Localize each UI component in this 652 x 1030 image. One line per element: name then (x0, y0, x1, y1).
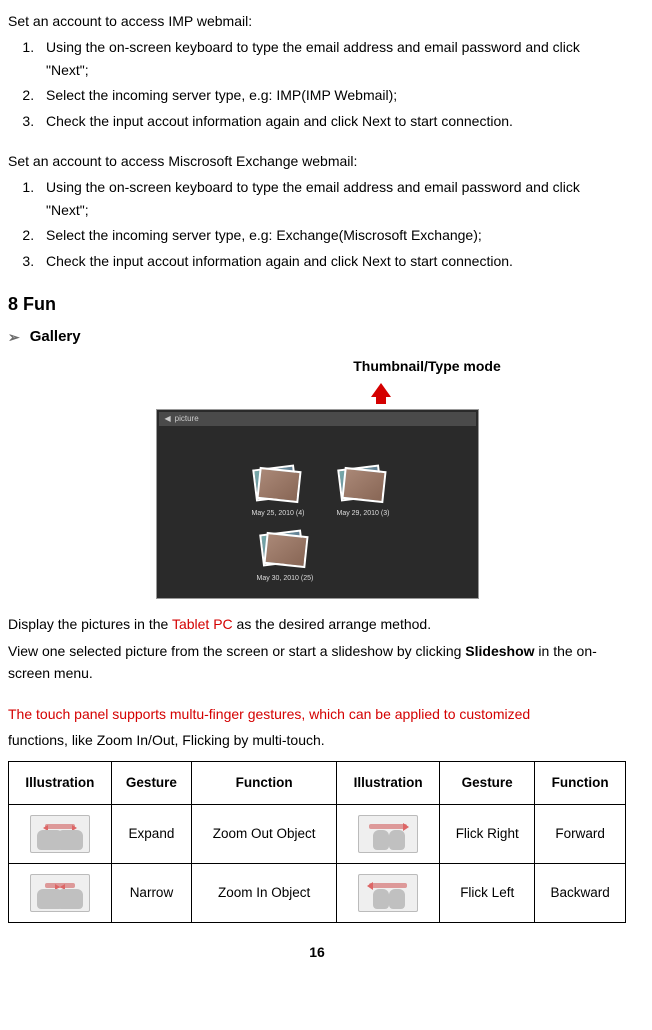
flick-right-gesture-icon (358, 815, 418, 853)
table-header: Illustration (337, 762, 440, 805)
thumb-group: May 30, 2010 (25) (257, 530, 314, 584)
list-item: Using the on-screen keyboard to type the… (38, 176, 626, 221)
list-item: Check the input accout information again… (38, 250, 626, 272)
table-cell: Flick Left (440, 864, 535, 923)
table-header: Function (192, 762, 337, 805)
highlighted-text: Tablet PC (172, 616, 233, 632)
sub-heading-text: Gallery (30, 325, 81, 349)
gallery-screenshot: ◀ picture May 25, 2010 (4) May 29, 2010 … (156, 409, 479, 599)
list-item: Select the incoming server type, e.g: Ex… (38, 224, 626, 246)
arrow-bullet-icon: ➢ (8, 326, 20, 348)
table-cell: Expand (111, 805, 191, 864)
thumb-label: May 25, 2010 (4) (252, 508, 305, 519)
highlighted-text: The touch panel supports multu-finger ge… (8, 706, 530, 722)
gesture-table: Illustration Gesture Function Illustrati… (8, 761, 626, 923)
thumb-label: May 29, 2010 (3) (337, 508, 390, 519)
list-item: Select the incoming server type, e.g: IM… (38, 84, 626, 106)
body-text: functions, like Zoom In/Out, Flicking by… (8, 729, 626, 751)
intro-imp: Set an account to access IMP webmail: (8, 10, 626, 32)
thumb-group: May 25, 2010 (4) (252, 465, 305, 519)
thumb-label: May 30, 2010 (25) (257, 573, 314, 584)
table-header: Gesture (440, 762, 535, 805)
narrow-gesture-icon (30, 874, 90, 912)
table-header: Gesture (111, 762, 191, 805)
list-item: Using the on-screen keyboard to type the… (38, 36, 626, 81)
thumb-group: May 29, 2010 (3) (337, 465, 390, 519)
body-text: Display the pictures in the Tablet PC as… (8, 613, 626, 635)
body-text: The touch panel supports multu-finger ge… (8, 703, 626, 725)
gallery-topbar: ◀ picture (159, 412, 476, 426)
section-heading: 8 Fun (8, 290, 626, 319)
table-cell: Flick Right (440, 805, 535, 864)
table-header: Illustration (9, 762, 112, 805)
table-cell: Zoom Out Object (192, 805, 337, 864)
gallery-topbar-label: picture (175, 413, 199, 426)
table-cell: Zoom In Object (192, 864, 337, 923)
table-cell: Backward (535, 864, 626, 923)
table-header-row: Illustration Gesture Function Illustrati… (9, 762, 626, 805)
imp-step-list: Using the on-screen keyboard to type the… (8, 36, 626, 132)
list-item: Check the input accout information again… (38, 110, 626, 132)
intro-exchange: Set an account to access Miscrosoft Exch… (8, 150, 626, 172)
bold-text: Slideshow (465, 643, 534, 659)
back-icon: ◀ (165, 413, 171, 426)
sub-heading: ➢ Gallery (8, 325, 626, 349)
exch-step-list: Using the on-screen keyboard to type the… (8, 176, 626, 272)
table-cell: Narrow (111, 864, 191, 923)
table-row: Expand Zoom Out Object Flick Right Forwa… (9, 805, 626, 864)
page-number: 16 (8, 941, 626, 963)
table-header: Function (535, 762, 626, 805)
flick-left-gesture-icon (358, 874, 418, 912)
table-cell: Forward (535, 805, 626, 864)
callout-label: Thumbnail/Type mode (133, 355, 501, 377)
table-row: Narrow Zoom In Object Flick Left Backwar… (9, 864, 626, 923)
body-text: View one selected picture from the scree… (8, 640, 626, 685)
expand-gesture-icon (30, 815, 90, 853)
callout-arrow-icon (371, 383, 391, 397)
